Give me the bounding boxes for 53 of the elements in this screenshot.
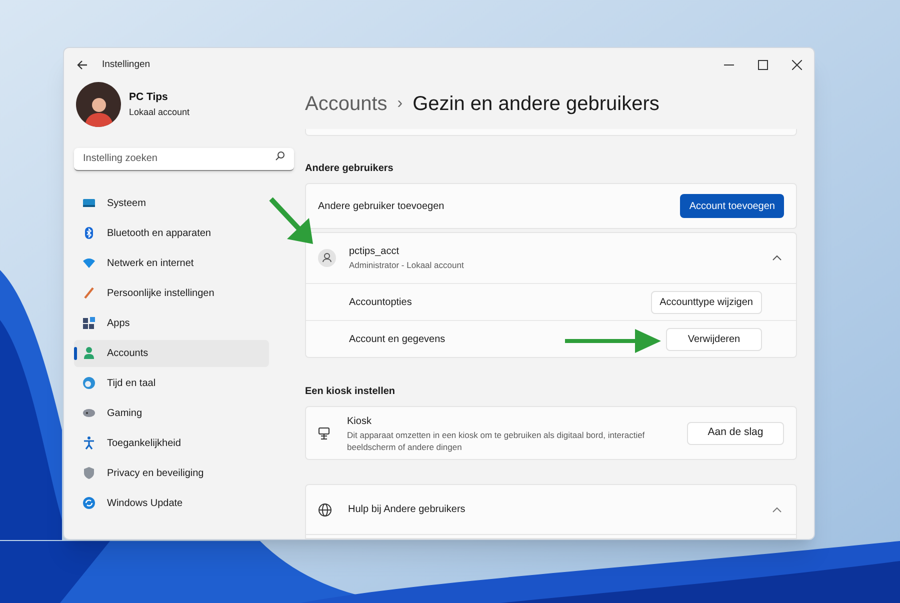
row-label: Accountopties	[349, 296, 412, 310]
back-arrow-icon[interactable]	[77, 60, 88, 70]
close-icon[interactable]	[792, 60, 802, 70]
get-started-button[interactable]: Aan de slag	[687, 422, 784, 445]
sidebar-item[interactable]: Privacy en beveiliging	[74, 460, 269, 486]
shield-icon	[82, 466, 96, 480]
wifi-icon	[82, 256, 96, 270]
search-icon	[275, 151, 285, 161]
apps-icon	[82, 316, 96, 330]
user-subtitle: Administrator - Lokaal account	[349, 259, 464, 272]
help-title: Hulp bij Andere gebruikers	[348, 503, 466, 518]
change-account-type-button[interactable]: Accounttype wijzigen	[650, 290, 762, 314]
row-label: Account en gegevens	[349, 332, 446, 347]
window-title: Instellingen	[102, 58, 150, 72]
sidebar-item[interactable]: Netwerk en internet	[74, 250, 269, 276]
brush-icon	[82, 286, 96, 300]
selection-indicator	[74, 346, 77, 360]
sidebar-item[interactable]: Windows Update	[74, 490, 269, 516]
sidebar-item[interactable]: Toegankelijkheid	[74, 430, 269, 456]
breadcrumb-separator: ›	[397, 94, 403, 114]
sidebar-item[interactable]: Systeem	[74, 190, 269, 216]
update-icon	[82, 496, 96, 510]
maximize-icon[interactable]	[758, 60, 768, 70]
chevron-up-icon[interactable]	[772, 506, 782, 513]
kiosk-icon	[318, 426, 330, 440]
sidebar-item[interactable]: Bluetooth en apparaten	[74, 220, 269, 246]
search-field[interactable]: Instelling zoeken	[74, 148, 294, 170]
remove-button[interactable]: Verwijderen	[666, 328, 762, 351]
sidebar-item[interactable]: Gaming	[74, 400, 269, 426]
sidebar-item[interactable]: Tijd en taal	[74, 370, 269, 396]
kiosk-title: Kiosk	[347, 414, 372, 429]
kiosk-description: Dit apparaat omzetten in een kiosk om te gebruiken als digitaal bord, interactief beeldscherm of andere dingen	[347, 428, 646, 453]
globe-icon	[318, 502, 332, 517]
add-account-button[interactable]: Account toevoegen	[680, 194, 784, 218]
user-name: pctips_acct	[349, 245, 400, 260]
page-title: Gezin en andere gebruikers	[412, 92, 660, 117]
profile-subtitle: Lokaal account	[129, 106, 190, 119]
accessibility-icon	[82, 436, 96, 450]
section-heading: Een kiosk instellen	[305, 385, 396, 400]
bluetooth-icon	[82, 226, 96, 240]
section-heading: Andere gebruikers	[305, 162, 394, 176]
person-icon	[82, 346, 96, 360]
chevron-up-icon[interactable]	[772, 255, 782, 262]
sidebar-item[interactable]: Accounts	[74, 340, 269, 366]
user-icon	[318, 249, 336, 268]
breadcrumb-parent[interactable]: Accounts	[305, 89, 388, 119]
sidebar-item[interactable]: Persoonlijke instellingen	[74, 280, 269, 306]
profile-name: PC Tips	[129, 90, 169, 105]
sidebar-item[interactable]: Apps	[74, 310, 269, 336]
gamepad-icon	[82, 406, 96, 420]
arrow-annotation	[268, 196, 315, 246]
monitor-icon	[82, 196, 96, 210]
row-label: Andere gebruiker toevoegen	[318, 200, 444, 214]
